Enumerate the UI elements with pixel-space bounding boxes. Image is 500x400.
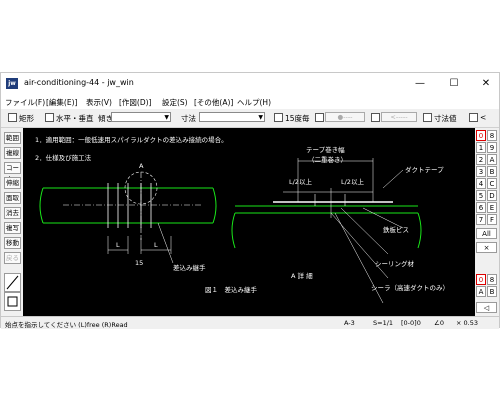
point-checkbox[interactable]	[315, 113, 324, 122]
detail-caption: A 詳 細	[291, 271, 313, 280]
rect-label: 矩形	[19, 114, 34, 123]
layer-group-b[interactable]: B	[487, 286, 497, 297]
status-layer: [0-0]0	[401, 319, 421, 327]
toolbar: 矩形 水平・垂直 傾き ▼ 寸法 ▼ 15度毎 ●---- <----- 寸法値…	[1, 109, 499, 128]
status-bar: 始点を指示してください (L)free (R)Read A-3 S=1/1 [0…	[1, 316, 499, 329]
window-title: air-conditioning-44 - jw_win	[24, 78, 134, 87]
menu-help[interactable]: ヘルプ(H)	[237, 97, 271, 108]
label-socket: 差込み継手	[173, 263, 206, 272]
layer-1[interactable]: 1	[476, 142, 486, 153]
chevron-down-icon: ▼	[164, 114, 169, 121]
maximize-button[interactable]: ☐	[441, 73, 467, 95]
layer-group-0[interactable]: 0	[476, 130, 486, 141]
point-mode-button[interactable]: ●----	[325, 112, 365, 122]
layer-group-a[interactable]: A	[476, 286, 486, 297]
label-half-left: L/2以上	[289, 177, 312, 186]
tool-erase[interactable]: 消去	[4, 207, 21, 219]
figure-caption: 図１ 差込み継手	[205, 285, 258, 294]
label-l1: L	[116, 241, 120, 249]
menu-file[interactable]: ファイル(F)	[5, 97, 45, 108]
tool-move[interactable]: 移動	[4, 237, 21, 249]
label-15: 15	[135, 259, 143, 267]
zoom-left-icon[interactable]: ◁	[476, 302, 497, 313]
dim-select[interactable]: ▼	[199, 112, 265, 122]
left-toolbox: 範囲 複線 コーナー 伸縮 面取 消去 複写 移動 戻る	[1, 128, 23, 316]
label-tape-width: テープ巻き幅	[306, 145, 345, 154]
menu-other[interactable]: [その他(A)]	[194, 97, 233, 108]
status-scale: S=1/1	[373, 319, 394, 327]
line-tool-icons[interactable]	[4, 273, 21, 311]
tool-range[interactable]: 範囲	[4, 132, 21, 144]
layer-b[interactable]: B	[487, 166, 497, 177]
slope-select[interactable]: ▼	[111, 112, 171, 122]
arrow-mode-button[interactable]: <-----	[381, 112, 417, 122]
status-message: 始点を指示してください (L)free (R)Read	[5, 321, 128, 329]
layer-d[interactable]: D	[487, 190, 497, 201]
app-icon: jw	[6, 78, 18, 89]
dim-label: 寸法	[181, 114, 196, 123]
tool-offset[interactable]: 複線	[4, 147, 21, 159]
layer-5[interactable]: 5	[476, 190, 486, 201]
minimize-button[interactable]: —	[407, 73, 433, 95]
app-window: jw air-conditioning-44 - jw_win — ☐ ✕ ファ…	[0, 72, 500, 329]
label-l2: L	[154, 241, 158, 249]
hv-checkbox[interactable]	[45, 113, 54, 122]
layer-group-sel[interactable]: 0	[476, 274, 486, 285]
label-a: A	[139, 162, 144, 170]
layer-toggle-button[interactable]: ×	[476, 242, 497, 253]
deg15-checkbox[interactable]	[274, 113, 283, 122]
dimval-label: 寸法値	[434, 114, 457, 123]
drawing-canvas[interactable]: 1．適用範囲：一般低速用スパイラルダクトの差込み接続の場合。 2．仕様及び施工法…	[23, 128, 475, 316]
status-zoom: × 0.53	[456, 319, 478, 327]
layer-e[interactable]: E	[487, 202, 497, 213]
layer-7[interactable]: 7	[476, 214, 486, 225]
menu-edit[interactable]: [編集(E)]	[46, 97, 77, 108]
layer-6[interactable]: 6	[476, 202, 486, 213]
label-duct-tape: ダクトテープ	[405, 165, 444, 174]
layer-all-button[interactable]: All	[476, 228, 497, 239]
layer-group-8[interactable]: 8	[487, 274, 497, 285]
layer-4[interactable]: 4	[476, 178, 486, 189]
status-angle: ∠0	[434, 319, 444, 327]
label-screw: 鉄板ビス	[383, 225, 409, 234]
cad-drawing: 1．適用範囲：一般低速用スパイラルダクトの差込み接続の場合。 2．仕様及び施工法…	[35, 135, 449, 304]
hv-label: 水平・垂直	[56, 114, 94, 123]
label-half-right: L/2以上	[341, 177, 364, 186]
tool-extend[interactable]: 伸縮	[4, 177, 21, 189]
rect-checkbox[interactable]	[8, 113, 17, 122]
title-bar: jw air-conditioning-44 - jw_win — ☐ ✕	[1, 73, 499, 95]
tool-undo[interactable]: 戻る	[4, 252, 21, 264]
layer-9[interactable]: 9	[487, 142, 497, 153]
layer-8[interactable]: 8	[487, 130, 497, 141]
layer-a[interactable]: A	[487, 154, 497, 165]
layer-2[interactable]: 2	[476, 154, 486, 165]
layer-3[interactable]: 3	[476, 166, 486, 177]
tool-copy[interactable]: 複写	[4, 222, 21, 234]
menu-draw[interactable]: [作図(D)]	[119, 97, 151, 108]
menu-view[interactable]: 表示(V)	[86, 97, 112, 108]
note-spec: 2．仕様及び施工法	[35, 153, 92, 162]
note-scope: 1．適用範囲：一般低速用スパイラルダクトの差込み接続の場合。	[35, 135, 228, 144]
tool-corner[interactable]: コーナー	[4, 162, 21, 183]
lt-label: <	[480, 113, 487, 122]
layer-c[interactable]: C	[487, 178, 497, 189]
label-sealing: シーリング材	[375, 259, 415, 268]
socket-joint-figure	[39, 171, 217, 264]
deg15-label: 15度毎	[285, 114, 310, 123]
status-sheet: A-3	[344, 319, 355, 327]
dimval-checkbox[interactable]	[423, 113, 432, 122]
menu-settings[interactable]: 設定(S)	[162, 97, 188, 108]
label-tape-wrap: （二重巻き）	[308, 155, 347, 164]
close-button[interactable]: ✕	[473, 73, 499, 95]
lt-checkbox[interactable]	[469, 113, 478, 122]
chevron-down-icon: ▼	[258, 114, 263, 121]
tool-chamfer[interactable]: 面取	[4, 192, 21, 204]
layer-f[interactable]: F	[487, 214, 497, 225]
arrow-checkbox[interactable]	[371, 113, 380, 122]
menu-bar: ファイル(F) [編集(E)] 表示(V) [作図(D)] 設定(S) [その他…	[1, 95, 499, 109]
label-sealer: シーラ（高速ダクトのみ）	[371, 283, 449, 292]
layer-panel: 0 8 1 9 2 A 3 B 4 C 5 D 6 E 7 F All × 0 …	[475, 128, 499, 316]
